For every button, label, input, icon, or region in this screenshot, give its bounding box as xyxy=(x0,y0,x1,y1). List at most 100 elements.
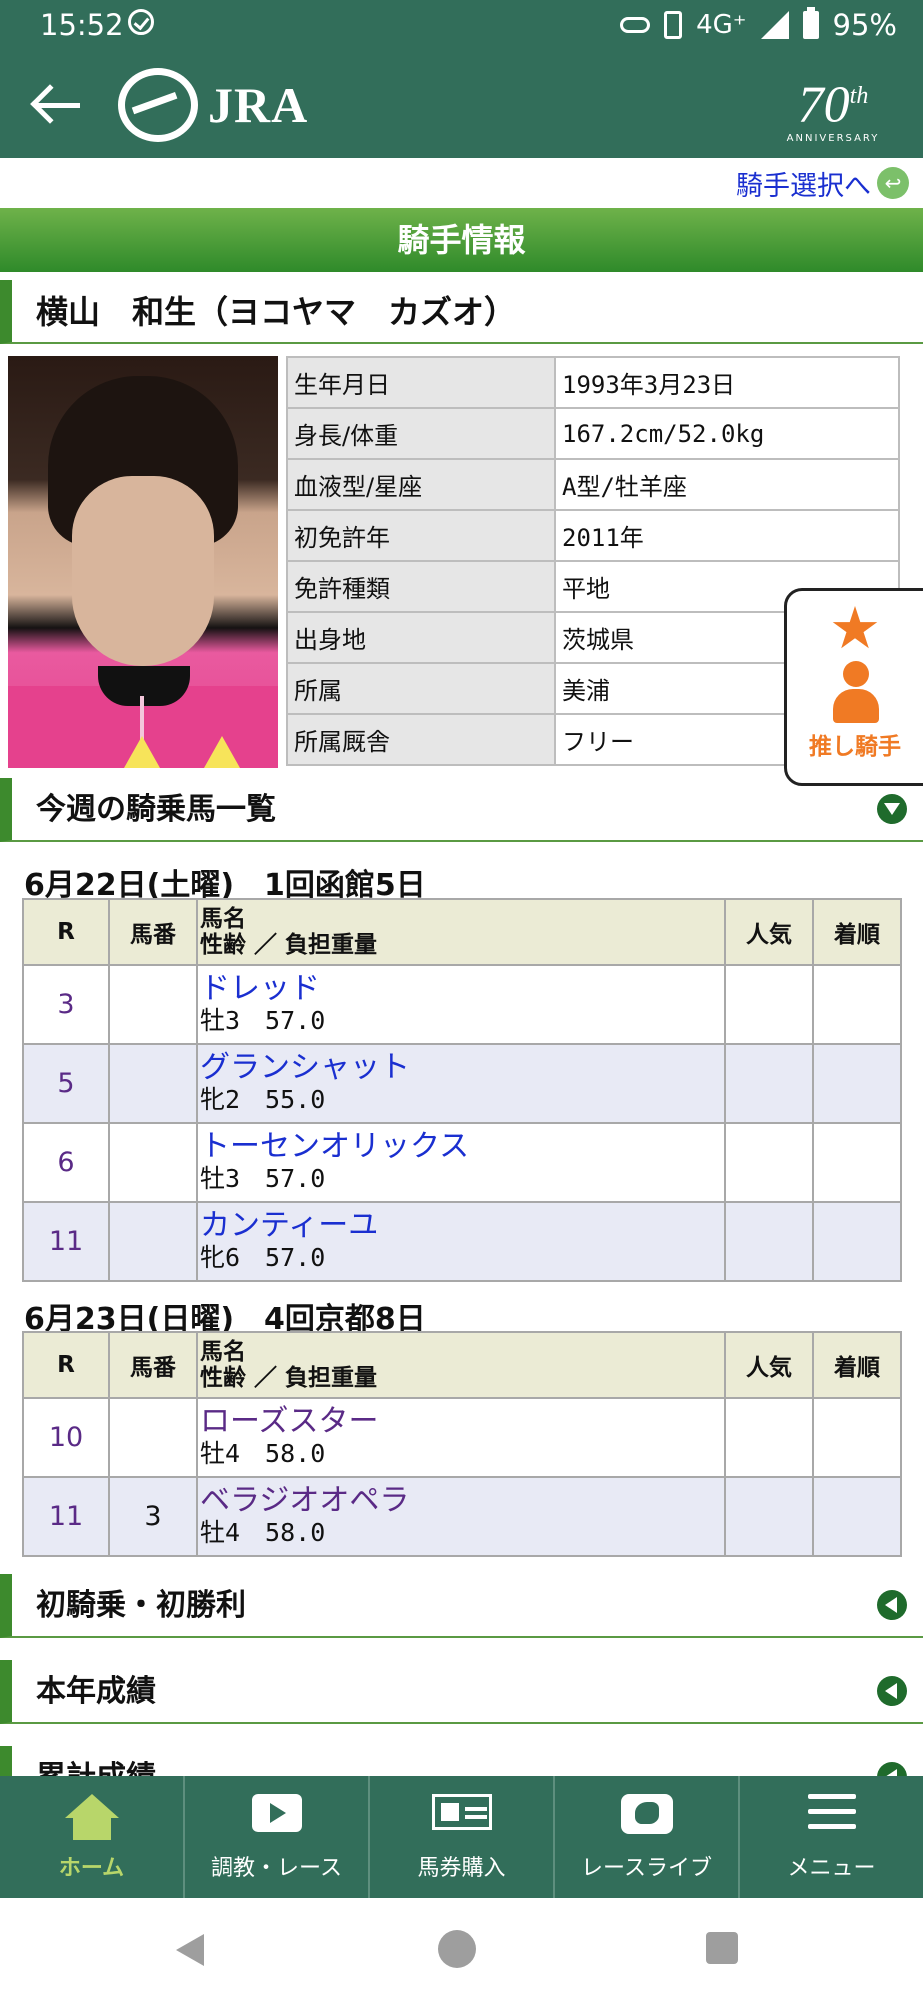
horse-name-link[interactable]: ローズスター xyxy=(200,1405,724,1438)
horse-number xyxy=(108,964,198,1045)
first-win-section[interactable]: 初騎乗・初勝利 xyxy=(0,1574,923,1638)
nav-label: メニュー xyxy=(787,1856,876,1881)
info-value: 1993年3月23日 xyxy=(554,356,900,409)
popularity-cell xyxy=(724,1397,814,1478)
horse-name-link[interactable]: ドレッド xyxy=(200,972,724,1005)
finish-cell xyxy=(812,964,902,1045)
col-r: R xyxy=(22,1331,110,1399)
star-icon: ★ xyxy=(829,594,881,662)
horse-cell: ドレッド 牡3 57.0 xyxy=(196,964,726,1045)
hamburger-menu-icon xyxy=(807,1794,856,1830)
nav-label: 調教・レース xyxy=(211,1856,342,1881)
this-year-section[interactable]: 本年成績 xyxy=(0,1660,923,1724)
col-name-line2: 性齢 ／ 負担重量 xyxy=(200,1365,378,1391)
sex-age-weight: 牝6 57.0 xyxy=(200,1242,326,1272)
favorite-jockey-label: 推し騎手 xyxy=(809,734,901,760)
race-table: R 馬番 馬名 性齢 ／ 負担重量 人気 着順 3 ドレッド 牡3 57.0 5 グ… xyxy=(22,898,902,1282)
col-horse-no: 馬番 xyxy=(108,898,198,966)
info-key: 免許種類 xyxy=(286,560,556,613)
info-key: 所属厩舎 xyxy=(286,713,556,766)
expand-icon xyxy=(877,1590,907,1620)
col-name-line1: 馬名 xyxy=(200,1339,246,1365)
horse-number xyxy=(108,1397,198,1478)
battery-icon xyxy=(802,7,819,39)
col-name-line2: 性齢 ／ 負担重量 xyxy=(200,932,378,958)
horse-number xyxy=(108,1043,198,1124)
info-row: 血液型/星座 A型/牡羊座 xyxy=(286,458,900,511)
system-home-icon[interactable] xyxy=(438,1930,476,1968)
info-row: 身長/体重 167.2cm/52.0kg xyxy=(286,407,900,460)
table-header-row: R 馬番 馬名 性齢 ／ 負担重量 人気 着順 xyxy=(22,898,902,966)
nav-menu[interactable]: メニュー xyxy=(740,1776,923,1898)
table-row: 10 ローズスター 牡4 58.0 xyxy=(22,1397,902,1478)
jockey-select-label: 騎手選択へ xyxy=(736,170,871,202)
nav-ticket-purchase[interactable]: 馬券購入 xyxy=(370,1776,555,1898)
first-win-title: 初騎乗・初勝利 xyxy=(36,1588,246,1623)
nav-training-race[interactable]: 調教・レース xyxy=(185,1776,370,1898)
race-table: R 馬番 馬名 性齢 ／ 負担重量 人気 着順 10 ローズスター 牡4 58.0 … xyxy=(22,1331,902,1557)
nav-label: ホーム xyxy=(58,1856,125,1881)
app-header: JRA 70th ANNIVERSARY xyxy=(0,50,923,158)
info-row: 初免許年 2011年 xyxy=(286,509,900,562)
horse-name-link[interactable]: トーセンオリックス xyxy=(200,1130,724,1163)
anniversary-number: 70 xyxy=(797,76,850,134)
race-number: 11 xyxy=(22,1476,110,1557)
col-horse-name: 馬名 性齢 ／ 負担重量 xyxy=(196,1331,726,1399)
table-row: 3 ドレッド 牡3 57.0 xyxy=(22,964,902,1045)
sex-age-weight: 牡4 58.0 xyxy=(200,1517,326,1547)
horse-cell: カンティーユ 牝6 57.0 xyxy=(196,1201,726,1282)
battery-percent: 95% xyxy=(832,8,897,42)
home-icon xyxy=(64,1794,119,1840)
collapse-icon xyxy=(877,794,907,824)
network-type: 4G⁺ xyxy=(696,10,747,40)
favorite-jockey-button[interactable]: ★ 推し騎手 xyxy=(784,588,923,786)
horse-cell: ローズスター 牡4 58.0 xyxy=(196,1397,726,1478)
system-nav-bar xyxy=(0,1898,923,2000)
jockey-select-link[interactable]: 騎手選択へ ↩ xyxy=(736,162,909,204)
sync-check-icon xyxy=(128,9,154,35)
table-row: 5 グランシャット 牝2 55.0 xyxy=(22,1043,902,1124)
table-header-row: R 馬番 馬名 性齢 ／ 負担重量 人気 着順 xyxy=(22,1331,902,1399)
table-row: 11 3 ベラジオオペラ 牡4 58.0 xyxy=(22,1476,902,1557)
horse-number xyxy=(108,1201,198,1282)
status-time: 15:52 xyxy=(40,8,124,42)
sex-age-weight: 牡3 57.0 xyxy=(200,1005,326,1035)
horse-live-icon xyxy=(620,1794,673,1834)
vpn-key-icon xyxy=(620,17,651,33)
anniversary-suffix: th xyxy=(849,83,869,109)
popularity-cell xyxy=(724,1476,814,1557)
info-value: 167.2cm/52.0kg xyxy=(554,407,900,460)
finish-cell xyxy=(812,1201,902,1282)
return-arrow-icon: ↩ xyxy=(877,167,909,199)
info-key: 身長/体重 xyxy=(286,407,556,460)
col-horse-no: 馬番 xyxy=(108,1331,198,1399)
col-finish: 着順 xyxy=(812,898,902,966)
back-arrow-icon[interactable] xyxy=(28,80,84,130)
popularity-cell xyxy=(724,964,814,1045)
nav-label: 馬券購入 xyxy=(417,1856,506,1881)
info-value: A型/牡羊座 xyxy=(554,458,900,511)
section-title: 騎手情報 xyxy=(0,208,923,272)
race-number: 5 xyxy=(22,1043,110,1124)
info-key: 初免許年 xyxy=(286,509,556,562)
horse-name-link[interactable]: カンティーユ xyxy=(200,1209,724,1242)
weekly-rides-header[interactable]: 今週の騎乗馬一覧 xyxy=(0,778,923,842)
jockey-figure-icon xyxy=(827,661,883,725)
horse-cell: ベラジオオペラ 牡4 58.0 xyxy=(196,1476,726,1557)
finish-cell xyxy=(812,1476,902,1557)
nav-label: レースライブ xyxy=(581,1856,712,1881)
status-bar: 15:52 4G⁺ 95% xyxy=(0,0,923,50)
sex-age-weight: 牝2 55.0 xyxy=(200,1084,326,1114)
race-number: 3 xyxy=(22,964,110,1045)
col-popularity: 人気 xyxy=(724,1331,814,1399)
info-key: 生年月日 xyxy=(286,356,556,409)
popularity-cell xyxy=(724,1122,814,1203)
race-number: 10 xyxy=(22,1397,110,1478)
system-back-icon[interactable] xyxy=(176,1934,204,1966)
nav-home[interactable]: ホーム xyxy=(0,1776,185,1898)
horse-name-link[interactable]: グランシャット xyxy=(200,1051,724,1084)
bottom-nav: ホーム 調教・レース 馬券購入 レースライブ メニュー xyxy=(0,1776,923,1898)
system-recents-icon[interactable] xyxy=(706,1932,738,1964)
nav-race-live[interactable]: レースライブ xyxy=(555,1776,740,1898)
horse-name-link[interactable]: ベラジオオペラ xyxy=(200,1484,724,1517)
